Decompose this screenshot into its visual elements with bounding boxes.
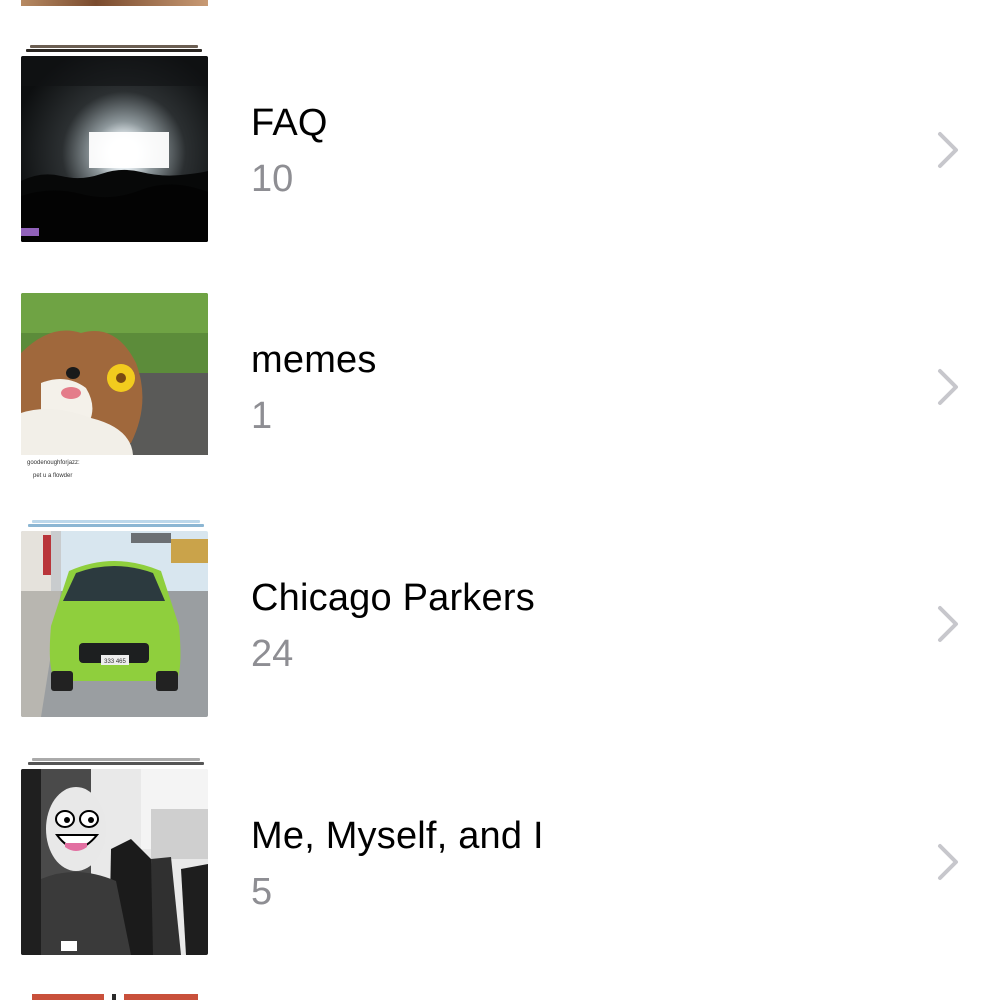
chevron-right-icon bbox=[938, 606, 958, 642]
dog-with-sunflower-photo bbox=[21, 293, 208, 479]
image-caption: pet u a flowder bbox=[33, 473, 73, 479]
album-stack-edge bbox=[28, 762, 204, 765]
album-stack-edge bbox=[26, 49, 202, 52]
album-thumbnail-dog: goodenoughforjazz: pet u a flowder bbox=[21, 293, 208, 479]
album-row-memes[interactable]: goodenoughforjazz: pet u a flowder memes… bbox=[0, 278, 1000, 514]
album-row-chicago-parkers[interactable]: 333 465 Chicago Parkers 24 bbox=[0, 515, 1000, 751]
album-count: 5 bbox=[251, 871, 273, 913]
album-thumbnail-selfie bbox=[21, 769, 208, 955]
image-caption: goodenoughforjazz: bbox=[27, 460, 80, 466]
concert-stage-photo bbox=[21, 56, 208, 242]
album-stack-edge bbox=[32, 520, 200, 523]
album-stack-edge bbox=[30, 45, 198, 48]
album-count: 10 bbox=[251, 158, 294, 200]
album-count: 1 bbox=[251, 395, 273, 437]
chevron-right-icon bbox=[938, 844, 958, 880]
album-stack-edge bbox=[32, 758, 200, 761]
album-stack-edge bbox=[28, 524, 204, 527]
album-count: 24 bbox=[251, 633, 294, 675]
green-car-photo: 333 465 bbox=[21, 531, 208, 717]
license-plate-text: 333 465 bbox=[104, 659, 126, 665]
album-thumbnail-partial-top[interactable] bbox=[21, 0, 208, 6]
albums-list: FAQ 10 goodenoughforjazz: pet u a flowde… bbox=[0, 0, 1000, 1000]
album-row-me-myself-and-i[interactable]: Me, Myself, and I 5 bbox=[0, 753, 1000, 989]
album-title: memes bbox=[251, 339, 377, 381]
album-stack-gap bbox=[112, 994, 116, 1000]
album-title: FAQ bbox=[251, 102, 328, 144]
album-title: Me, Myself, and I bbox=[251, 815, 544, 857]
album-thumbnail-car: 333 465 bbox=[21, 531, 208, 717]
album-row-faq[interactable]: FAQ 10 bbox=[0, 40, 1000, 276]
album-thumbnail-concert bbox=[21, 56, 208, 242]
album-thumbnail-partial-bottom[interactable] bbox=[32, 994, 198, 1000]
chevron-right-icon bbox=[938, 369, 958, 405]
album-title: Chicago Parkers bbox=[251, 577, 535, 619]
chevron-right-icon bbox=[938, 132, 958, 168]
awesome-face-selfie-photo bbox=[21, 769, 208, 955]
